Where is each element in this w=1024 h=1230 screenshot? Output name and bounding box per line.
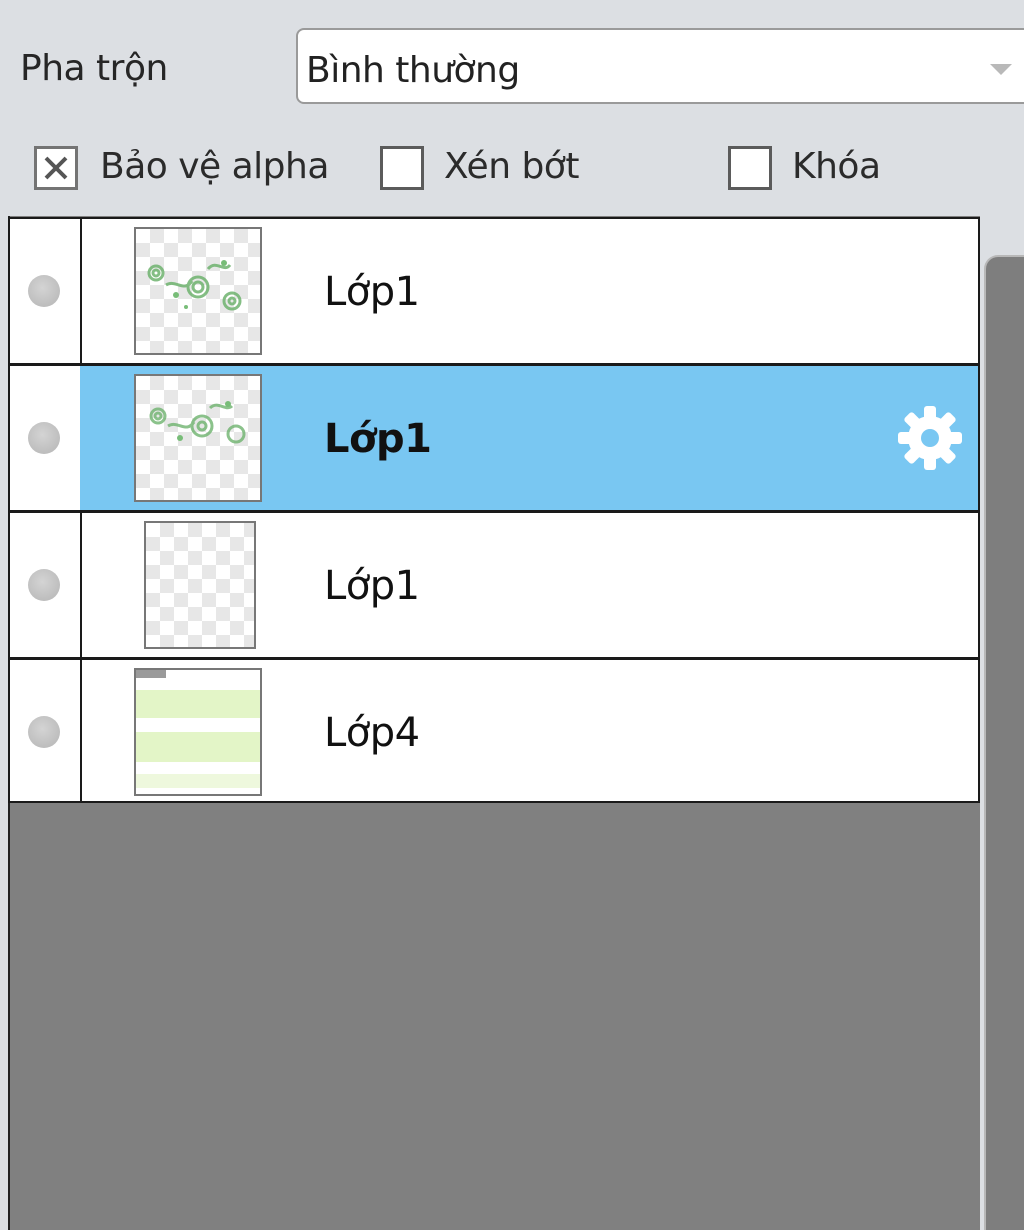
clip-checkbox[interactable] [380,146,424,190]
layer-thumbnail [134,227,262,355]
protect-alpha-label: Bảo vệ alpha [100,146,329,187]
visibility-column [10,660,82,801]
layer-thumbnail [134,374,262,502]
lock-label: Khóa [792,146,881,187]
layer-thumbnail [134,668,262,796]
blend-mode-label: Pha trộn [20,48,168,89]
visibility-column [10,513,82,657]
visibility-toggle-icon[interactable] [28,716,60,748]
lock-checkbox[interactable] [728,146,772,190]
layer-name: Lớp4 [324,710,420,756]
gear-icon[interactable] [896,404,964,472]
chevron-down-icon [990,64,1012,75]
visibility-column [10,219,82,363]
layer-thumbnail [144,521,256,649]
visibility-toggle-icon[interactable] [28,422,60,454]
x-mark-icon [44,156,68,180]
layer-name: Lớp1 [324,269,420,315]
blend-mode-value: Bình thường [306,50,520,91]
protect-alpha-checkbox[interactable] [34,146,78,190]
visibility-toggle-icon[interactable] [28,569,60,601]
layer-row[interactable]: Lớp1 [8,511,980,659]
clip-label: Xén bớt [444,146,579,187]
layer-row-selected[interactable]: Lớp1 [8,364,980,512]
layer-row[interactable]: Lớp4 [8,658,980,803]
layer-row[interactable]: Lớp1 [8,217,980,365]
layer-name: Lớp1 [324,416,432,462]
layer-name: Lớp1 [324,563,420,609]
blend-mode-dropdown[interactable]: Bình thường [296,28,1024,104]
scrollbar[interactable] [984,255,1024,1230]
visibility-toggle-icon[interactable] [28,275,60,307]
visibility-column [10,366,82,510]
